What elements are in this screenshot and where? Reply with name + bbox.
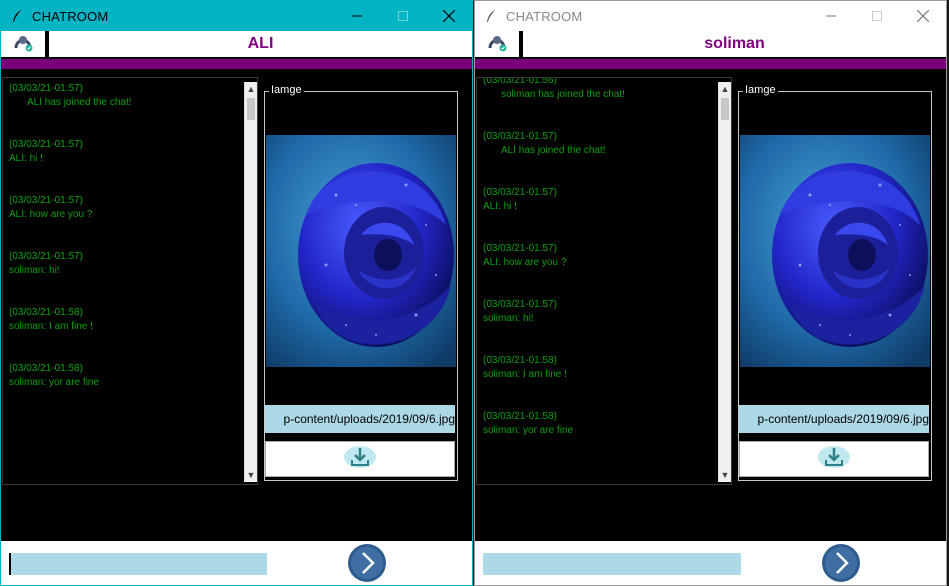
message-text: ALI: hi ! [9,153,43,164]
send-button[interactable] [821,543,861,583]
message-time: (03/03/21-01:58) [483,411,557,422]
feather-icon [484,9,498,23]
feather-icon [10,9,24,23]
chat-message: (03/03/21-01:57) ALI: how are you ? [9,194,243,222]
send-arrow-icon [821,544,861,585]
chat-scrollbar[interactable]: ▲ ▼ [718,82,731,482]
message-time: (03/03/21-01:57) [483,131,557,142]
image-frame-label: Iamge [269,84,304,96]
user-avatar-icon [12,32,34,57]
maximize-button[interactable] [854,1,900,31]
message-text: soliman has joined the chat! [501,89,625,100]
message-time: (03/03/21-01:57) [483,187,557,198]
chat-message: (03/03/21-01:57) soliman: hi! [483,298,717,326]
scroll-thumb[interactable] [721,98,729,120]
chat-log-panel[interactable]: (03/03/21-01:56) soliman has joined the … [476,77,732,485]
accent-divider [475,59,946,69]
avatar-button[interactable] [475,31,519,57]
message-text: soliman: yor are fine [483,425,574,436]
message-text: soliman: hi! [9,265,60,276]
minimize-button[interactable] [334,1,380,31]
chat-message: (03/03/21-01:58) soliman: I am fine ! [9,306,243,334]
scroll-up-arrow-icon[interactable]: ▲ [245,82,257,96]
message-time: (03/03/21-01:57) [9,83,83,94]
message-input[interactable] [483,553,741,575]
message-text: ALI has joined the chat! [501,145,606,156]
maximize-button[interactable] [380,1,426,31]
scroll-down-arrow-icon[interactable]: ▼ [719,468,731,482]
chat-window-soliman: CHATROOM soliman (03/03/21-01:56) solima… [474,0,947,586]
chat-message: (03/03/21-01:57) ALI: hi ! [9,138,243,166]
chat-message: (03/03/21-01:56) soliman has joined the … [483,77,717,102]
send-button[interactable] [347,543,387,583]
user-avatar-icon [486,32,508,57]
message-text: ALI has joined the chat! [27,97,132,108]
accent-divider [1,59,472,69]
scroll-down-arrow-icon[interactable]: ▼ [245,468,257,482]
message-text: soliman: I am fine ! [9,321,93,332]
chat-message: (03/03/21-01:57) ALI has joined the chat… [483,130,717,158]
title-bar[interactable]: CHATROOM [475,1,946,31]
chat-message: (03/03/21-01:58) soliman: I am fine ! [483,354,717,382]
close-button[interactable] [426,1,472,31]
chat-message: (03/03/21-01:58) soliman: yor are fine [9,362,243,390]
image-frame-label: Iamge [743,84,778,96]
download-button[interactable] [265,441,455,477]
message-bar [475,541,946,585]
chat-messages: (03/03/21-01:56) soliman has joined the … [483,77,717,484]
message-time: (03/03/21-01:58) [9,363,83,374]
window-title: CHATROOM [32,8,109,24]
close-button[interactable] [900,1,946,31]
message-text: ALI: how are you ? [9,209,93,220]
message-time: (03/03/21-01:58) [9,307,83,318]
send-arrow-icon [347,544,387,585]
message-time: (03/03/21-01:57) [9,139,83,150]
scroll-thumb[interactable] [247,98,255,120]
scroll-up-arrow-icon[interactable]: ▲ [719,82,731,96]
chat-messages: (03/03/21-01:57) ALI has joined the chat… [9,82,243,484]
download-icon [817,444,851,475]
rose-image [740,135,930,367]
message-text: ALI: how are you ? [483,257,567,268]
username-label: ALI [247,35,274,52]
avatar-button[interactable] [1,31,45,57]
header-bar: ALI [1,31,472,57]
download-button[interactable] [739,441,929,477]
message-input[interactable] [9,553,267,575]
message-time: (03/03/21-01:57) [9,251,83,262]
message-text: soliman: I am fine ! [483,369,567,380]
image-url-field[interactable]: p-content/uploads/2019/09/6.jpg [739,405,929,433]
title-bar[interactable]: CHATROOM [1,1,472,31]
chat-message: (03/03/21-01:57) ALI: how are you ? [483,242,717,270]
message-time: (03/03/21-01:58) [483,355,557,366]
message-time: (03/03/21-01:57) [483,299,557,310]
chat-message: (03/03/21-01:58) soliman: yor are fine [483,410,717,438]
chat-scrollbar[interactable]: ▲ ▼ [244,82,257,482]
message-text: soliman: yor are fine [9,377,100,388]
message-text: ALI: hi ! [483,201,517,212]
window-title: CHATROOM [506,8,583,24]
message-time: (03/03/21-01:57) [9,195,83,206]
message-bar [1,541,472,585]
rose-image [266,135,456,367]
chat-log-panel[interactable]: (03/03/21-01:57) ALI has joined the chat… [2,77,258,485]
chat-message: (03/03/21-01:57) soliman: hi! [9,250,243,278]
message-time: (03/03/21-01:57) [483,243,557,254]
minimize-button[interactable] [808,1,854,31]
username-label: soliman [704,35,765,52]
message-time: (03/03/21-01:56) [483,77,557,86]
chat-message: (03/03/21-01:57) ALI: hi ! [483,186,717,214]
chat-message: (03/03/21-01:57) ALI has joined the chat… [9,82,243,110]
chat-window-ali: CHATROOM ALI (03/03/21-01:57) ALI has jo… [0,0,473,586]
message-text: soliman: hi! [483,313,534,324]
download-icon [343,444,377,475]
header-bar: soliman [475,31,946,57]
image-url-field[interactable]: p-content/uploads/2019/09/6.jpg [265,405,455,433]
